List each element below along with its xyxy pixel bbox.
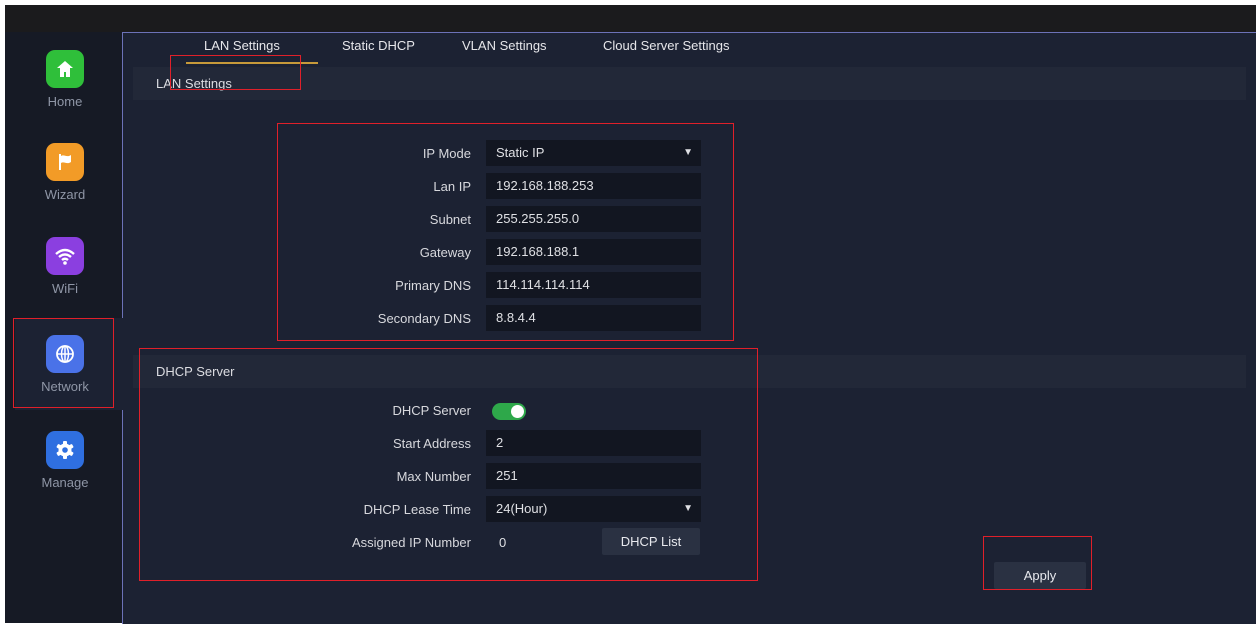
highlight-dhcp-section bbox=[139, 348, 758, 581]
gear-icon bbox=[46, 431, 84, 469]
tab-cloud-server-settings[interactable]: Cloud Server Settings bbox=[603, 38, 729, 53]
nav-label-manage: Manage bbox=[41, 475, 89, 490]
home-icon bbox=[46, 50, 84, 88]
flag-icon bbox=[46, 143, 84, 181]
tab-lan-settings[interactable]: LAN Settings bbox=[204, 38, 280, 53]
highlight-network-nav bbox=[13, 318, 114, 408]
nav-item-home[interactable]: Home bbox=[15, 50, 115, 109]
tab-vlan-settings[interactable]: VLAN Settings bbox=[462, 38, 547, 53]
wifi-icon bbox=[46, 237, 84, 275]
highlight-lan-tab bbox=[170, 55, 301, 90]
highlight-lan-fields bbox=[277, 123, 734, 341]
nav-label-wifi: WiFi bbox=[52, 281, 78, 296]
nav-item-wifi[interactable]: WiFi bbox=[15, 237, 115, 296]
top-bar bbox=[5, 5, 1256, 32]
nav-label-home: Home bbox=[47, 94, 83, 109]
nav-item-manage[interactable]: Manage bbox=[15, 431, 115, 490]
nav-label-wizard: Wizard bbox=[44, 187, 86, 202]
router-admin-screen: Home Wizard WiFi Network Manage LAN Sett… bbox=[5, 5, 1256, 624]
nav-item-wizard[interactable]: Wizard bbox=[15, 143, 115, 202]
highlight-apply-button bbox=[983, 536, 1092, 590]
tab-static-dhcp[interactable]: Static DHCP bbox=[342, 38, 415, 53]
